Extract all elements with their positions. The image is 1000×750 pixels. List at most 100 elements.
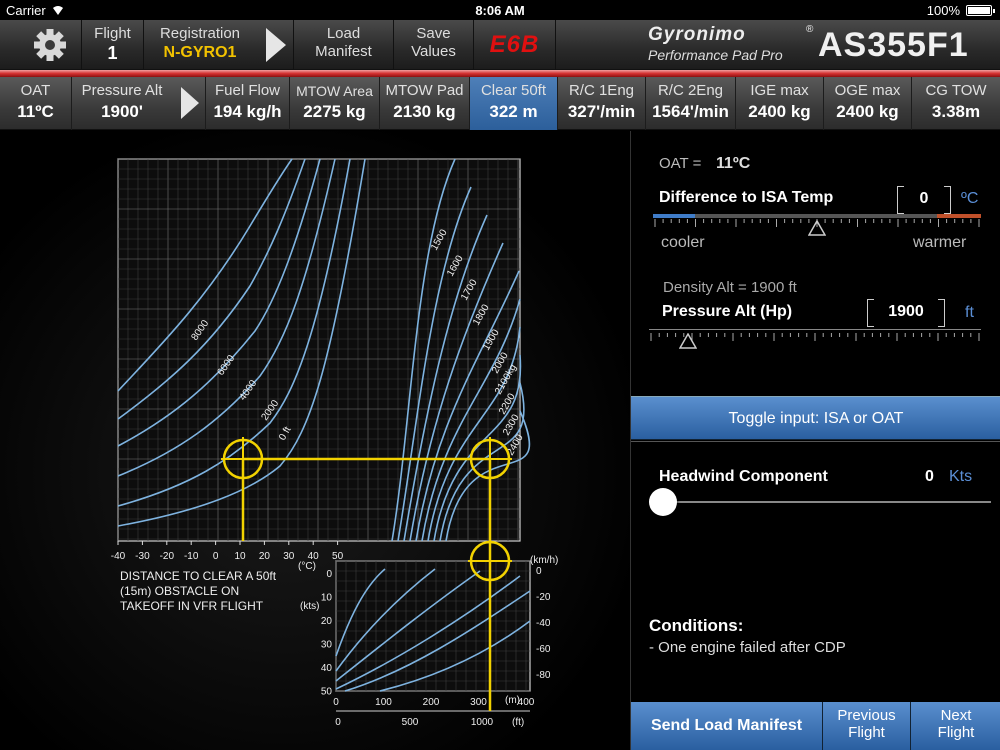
wind-grid-frame [335,560,531,692]
slider-track [661,501,991,503]
slider-pointer-icon [679,333,697,349]
isa-diff-value[interactable]: 0 [897,186,951,214]
prev-line2: Flight [848,724,885,741]
temp-tick-label: -10 [184,551,199,562]
red-separator [0,70,1000,77]
gear-icon [34,29,66,61]
param-label: MTOW Area [296,83,373,99]
wind-kts-label: 10 [321,593,333,604]
param-value: 2400 kg [836,102,899,121]
param-ige-max[interactable]: IGE max 2400 kg [736,77,824,130]
temp-tick-label: -30 [135,551,150,562]
wind-kmh-label: -40 [536,618,551,629]
param-pressure-alt[interactable]: Pressure Alt 1900' [72,77,172,130]
input-panel: OAT = 11ºC Difference to ISA Temp 0 ºC c… [630,131,1000,750]
chart-caption: TAKEOFF IN VFR FLIGHT [120,599,264,613]
chart-caption: (15m) OBSTACLE ON [120,584,239,598]
wind-kts-label: 30 [321,640,333,651]
load-manifest-button[interactable]: Load Manifest [294,20,394,70]
isa-diff-unit: ºC [961,190,979,207]
param-label: R/C 1Eng [568,82,635,99]
param-cg-tow[interactable]: CG TOW 3.38m [912,77,1000,130]
param-oat[interactable]: OAT 11ºC [0,77,72,130]
distance-ft-label: 500 [402,717,419,728]
distance-ft-label: 0 [335,717,341,728]
pressure-alt-label: Pressure Alt (Hp) [662,303,793,320]
pressure-alt-value[interactable]: 1900 [867,299,945,327]
flight-selector[interactable]: Flight 1 [82,20,144,70]
param-label: Fuel Flow [214,82,281,99]
temp-tick-label: 0 [213,551,219,562]
param-rc-2eng[interactable]: R/C 2Eng 1564'/min [646,77,736,130]
chart-caption: DISTANCE TO CLEAR A 50ft [120,569,277,583]
param-arrow-button[interactable] [172,77,206,130]
param-mtow-area[interactable]: MTOW Area 2275 kg [290,77,380,130]
previous-flight-button[interactable]: Previous Flight [823,702,911,750]
save-values-line2: Values [411,43,456,60]
next-line1: Next [940,707,972,724]
registration-selector[interactable]: Registration N-GYRO1 [144,20,256,70]
param-label: R/C 2Eng [657,82,724,99]
distance-m-label: 100 [375,697,392,708]
e6b-button[interactable]: E6B [474,20,556,70]
next-flight-button[interactable]: Next Flight [911,702,1000,750]
takeoff-distance-chart: -40 -30 -20 -10 0 10 20 30 40 50 (°C) DISTANCE TO C… [111,158,558,728]
clock: 8:06 AM [475,3,525,18]
temp-tick-label: 20 [259,551,271,562]
send-manifest-label: Send Load Manifest [650,717,803,734]
send-load-manifest-button[interactable]: Send Load Manifest [631,702,823,750]
wind-kmh-label: 0 [536,566,542,577]
battery-percent: 100% [926,3,960,18]
distance-ft-unit: (ft) [512,717,524,728]
pressure-alt-slider[interactable] [649,327,981,353]
param-value: 2130 kg [393,102,456,121]
divider [631,441,1000,442]
oat-value: 11ºC [716,155,751,172]
temp-tick-label: 30 [283,551,295,562]
wind-kts-label: 50 [321,687,333,698]
distance-m-unit: (m) [505,695,520,706]
param-label: Clear 50ft [480,82,547,99]
save-values-button[interactable]: Save Values [394,20,474,70]
load-manifest-line1: Load [326,25,361,42]
registration-value: N-GYRO1 [163,44,237,61]
performance-chart-area: -40 -30 -20 -10 0 10 20 30 40 50 (°C) DISTANCE TO C… [0,131,630,750]
param-label: OGE max [834,82,901,99]
param-fuel-flow[interactable]: Fuel Flow 194 kg/h [206,77,290,130]
headwind-slider[interactable] [647,487,991,517]
temp-tick-label: 10 [234,551,246,562]
distance-ft-label: 1000 [471,717,494,728]
param-oge-max[interactable]: OGE max 2400 kg [824,77,912,130]
slider-knob[interactable] [649,488,677,516]
flight-label: Flight [94,25,131,42]
conditions-text: - One engine failed after CDP [649,639,846,656]
prev-line1: Previous [837,707,896,724]
toggle-isa-oat-button[interactable]: Toggle input: ISA or OAT [631,396,1000,440]
param-label: CG TOW [925,82,987,99]
brand-registered-icon: ® [806,24,814,35]
param-value: 2400 kg [748,102,811,121]
top-toolbar: Flight 1 Registration N-GYRO1 Load Manif… [0,20,1000,70]
temp-tick-label: -40 [111,551,126,562]
param-value: 194 kg/h [213,102,282,121]
param-label: Pressure Alt [81,82,163,99]
param-value: 3.38m [931,102,981,121]
distance-m-label: 300 [470,697,487,708]
parameter-bar: OAT 11ºC Pressure Alt 1900' Fuel Flow 19… [0,77,1000,130]
param-clear-50ft[interactable]: Clear 50ft 322 m [470,77,558,130]
param-label: OAT [20,82,51,99]
temp-axis-unit: (°C) [298,561,316,572]
settings-button[interactable] [0,20,82,70]
brand-name: Gyronimo [648,24,746,45]
wind-kts-label: 40 [321,663,333,674]
e6b-logo: E6B [489,31,540,58]
slider-pointer-icon [808,220,826,236]
chevron-right-icon [266,28,286,62]
param-rc-1eng[interactable]: R/C 1Eng 327'/min [558,77,646,130]
next-arrow-button[interactable] [256,20,294,70]
registration-label: Registration [159,25,241,42]
param-mtow-pad[interactable]: MTOW Pad 2130 kg [380,77,470,130]
wind-kts-label: 20 [321,616,333,627]
param-value: 2275 kg [303,102,366,121]
pressure-alt-unit: ft [965,304,974,321]
